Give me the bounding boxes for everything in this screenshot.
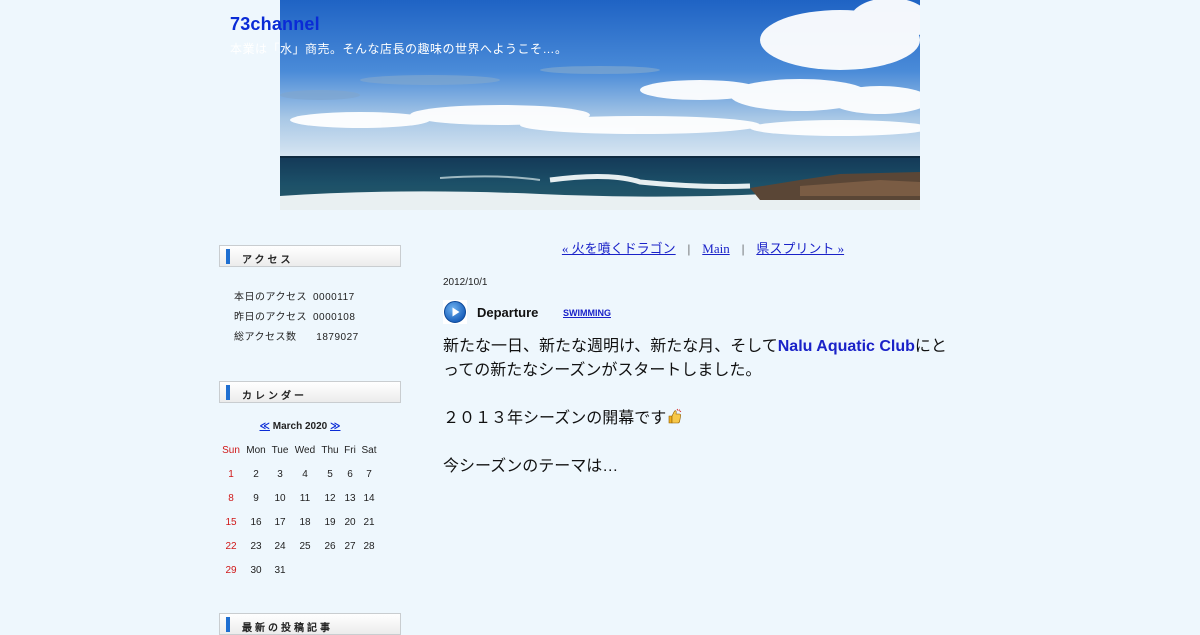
access-label: 昨日のアクセス: [234, 312, 307, 323]
calendar-day: 9: [253, 493, 259, 504]
access-value: 0000108: [313, 312, 356, 323]
heading-accent-bar: [226, 385, 230, 400]
calendar-day: 29: [225, 565, 237, 576]
calendar-month-nav: ≪ March 2020 ≫: [219, 421, 381, 432]
calendar-day: 10: [274, 493, 286, 504]
calendar-day: 21: [363, 517, 375, 528]
calendar-day: 15: [225, 517, 237, 528]
calendar-weekday: Tue: [271, 445, 289, 456]
calendar-day: 8: [228, 493, 234, 504]
access-row-today: 本日のアクセス 0000117: [234, 288, 355, 303]
access-value: 0000117: [313, 292, 355, 303]
site-title[interactable]: 73channel: [230, 14, 320, 35]
calendar-month-label: March 2020: [272, 421, 328, 432]
header-banner: [280, 0, 920, 210]
calendar-day: 2: [253, 469, 259, 480]
recent-posts-heading-label: 最新の投稿記事: [242, 623, 333, 634]
calendar-prev-month[interactable]: ≪: [260, 421, 270, 432]
post-paragraph: 新たな一日、新たな週明け、新たな月、そしてNalu Aquatic Clubにと…: [443, 335, 953, 383]
post-text: 今シーズンのテーマは…: [443, 458, 619, 475]
ocean-photo: [280, 0, 920, 210]
prev-post-link[interactable]: « 火を噴くドラゴン: [562, 241, 676, 256]
calendar-heading-label: カレンダー: [242, 391, 307, 402]
calendar-heading: カレンダー: [219, 381, 401, 403]
calendar-day: 25: [299, 541, 311, 552]
calendar-day: 3: [277, 469, 283, 480]
post-category-link[interactable]: SWIMMING: [563, 308, 611, 318]
calendar-day: 23: [250, 541, 262, 552]
access-label: 総アクセス数: [234, 332, 297, 343]
pager-separator: |: [741, 241, 745, 256]
recent-posts-heading: 最新の投稿記事: [219, 613, 401, 635]
main-link[interactable]: Main: [702, 241, 729, 256]
access-value: 1879027: [313, 332, 359, 343]
post-date: 2012/10/1: [443, 277, 488, 288]
heading-accent-bar: [226, 249, 230, 264]
post-text: ２０１３年シーズンの開幕です: [443, 410, 667, 427]
calendar-day: 4: [302, 469, 308, 480]
calendar-day: 28: [363, 541, 375, 552]
post-text: 新たな一日、新たな週明け、新たな月、そして: [443, 338, 778, 355]
post-title: Departure: [477, 305, 539, 320]
calendar-next-month[interactable]: ≫: [330, 421, 340, 432]
calendar-day: 31: [274, 565, 286, 576]
play-icon: [443, 300, 467, 324]
calendar-day: 24: [274, 541, 286, 552]
calendar-day: 18: [299, 517, 311, 528]
calendar-day: 1: [228, 469, 234, 480]
next-post-link[interactable]: 県スプリント »: [756, 241, 844, 256]
calendar-day: 30: [250, 565, 262, 576]
post-body: 新たな一日、新たな週明け、新たな月、そしてNalu Aquatic Clubにと…: [443, 335, 953, 479]
access-label: 本日のアクセス: [234, 292, 307, 303]
calendar-day: 16: [250, 517, 262, 528]
calendar-day: 14: [363, 493, 375, 504]
post-paragraph: 今シーズンのテーマは…: [443, 455, 953, 479]
thumbs-up-icon: [668, 408, 682, 424]
access-heading-label: アクセス: [242, 255, 294, 266]
calendar-weekday: Sat: [361, 445, 377, 456]
calendar-weekday: Mon: [246, 445, 266, 456]
site-description: 本業は「水」商売。そんな店長の趣味の世界へようこそ…。: [230, 42, 568, 56]
pager-separator: |: [687, 241, 691, 256]
calendar-day: 11: [299, 493, 311, 504]
post-paragraph: ２０１３年シーズンの開幕です: [443, 407, 953, 431]
nalu-aquatic-club-link[interactable]: Nalu Aquatic Club: [778, 338, 915, 355]
calendar-day: 7: [366, 469, 372, 480]
access-row-total: 総アクセス数 1879027: [234, 328, 359, 343]
access-row-yesterday: 昨日のアクセス 0000108: [234, 308, 355, 323]
calendar-day: 17: [274, 517, 286, 528]
access-heading: アクセス: [219, 245, 401, 267]
calendar-weekday: Wed: [294, 445, 316, 456]
post-pager: « 火を噴くドラゴン | Main | 県スプリント »: [443, 238, 963, 257]
calendar-day: 22: [225, 541, 237, 552]
calendar-weekday: Sun: [222, 445, 240, 456]
